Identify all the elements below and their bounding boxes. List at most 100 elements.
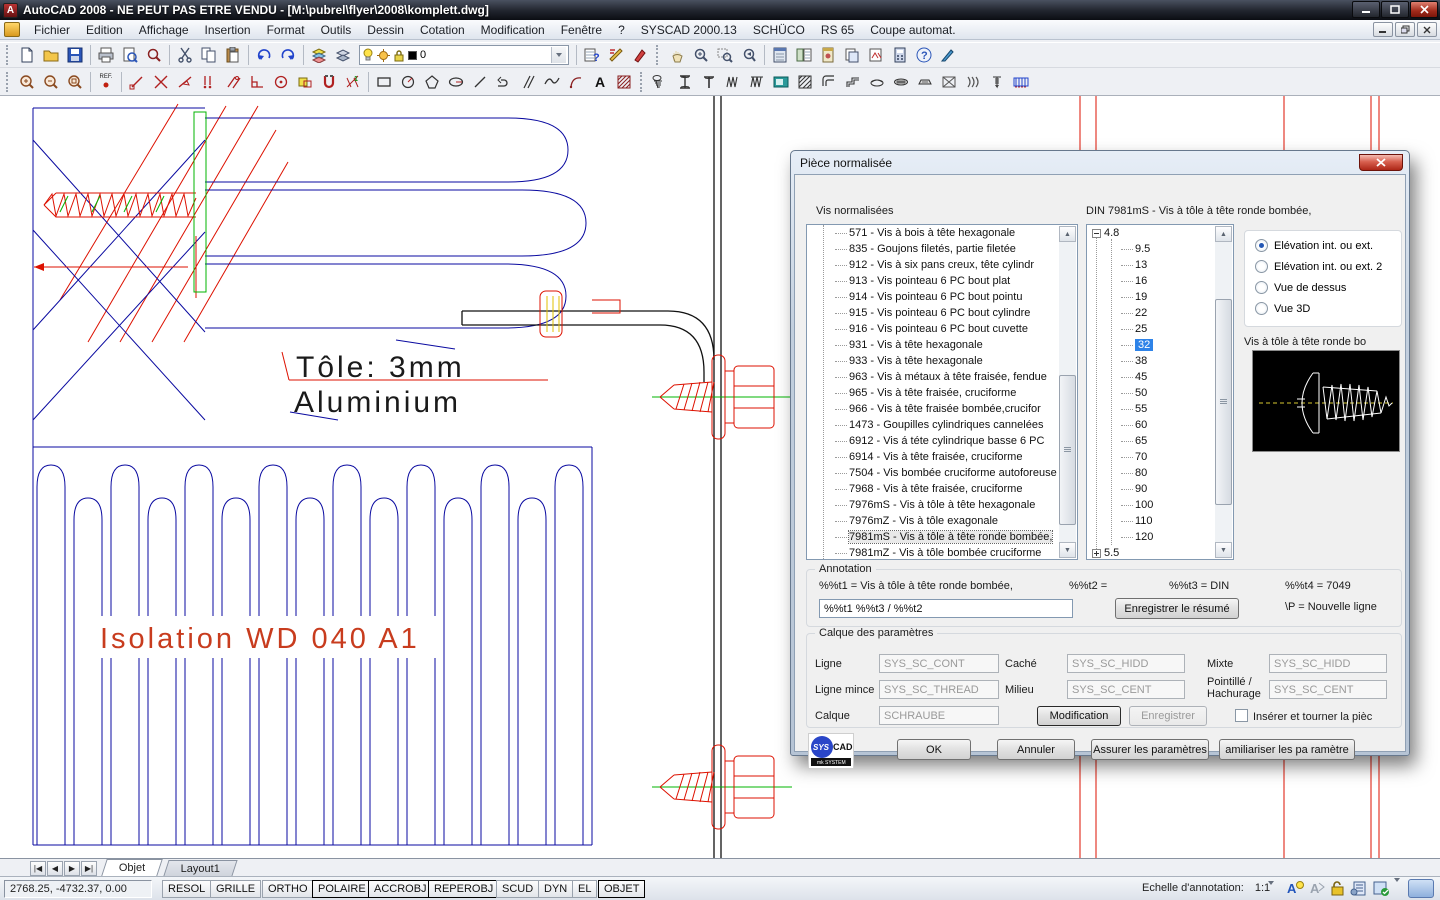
list-item[interactable]: 913 - Vis pointeau 6 PC bout plat (807, 273, 1060, 289)
list-item[interactable]: 916 - Vis pointeau 6 PC bout cuvette (807, 321, 1060, 337)
new-file-icon[interactable] (15, 43, 39, 67)
annotation-autoscale-icon[interactable]: A (1309, 879, 1326, 897)
arc-tool-icon[interactable] (564, 70, 588, 94)
scrollbar[interactable]: ▲ ▼ (1059, 226, 1076, 558)
minimize-button[interactable] (1352, 1, 1380, 18)
tree-root[interactable]: 4.8 (1087, 225, 1215, 241)
mixte-field[interactable]: SYS_SC_HIDD (1269, 654, 1387, 673)
tool-palettes-icon[interactable] (816, 43, 840, 67)
tree-item[interactable]: 110 (1087, 513, 1215, 529)
list-item[interactable]: 6912 - Vis á téte cylindrique basse 6 PC (807, 433, 1060, 449)
save-icon[interactable] (63, 43, 87, 67)
tab-prev-button[interactable]: ◀ (47, 861, 63, 876)
match-properties-icon[interactable] (604, 43, 628, 67)
snap-extension-icon[interactable] (197, 70, 221, 94)
familiariser-parametres-button[interactable]: amiliariser les pa ramètre (1219, 739, 1355, 760)
scroll-up-arrow[interactable]: ▲ (1059, 226, 1076, 242)
list-item[interactable]: 7976mS - Vis à tôle à tête hexagonale (807, 497, 1060, 513)
doc-close-button[interactable] (1417, 22, 1437, 37)
menu-item[interactable]: SYSCAD 2000.13 (633, 21, 745, 39)
radio-elevation[interactable]: Elévation int. ou ext. (1255, 239, 1373, 252)
layer-combo-caret[interactable] (551, 47, 566, 63)
syscad-spring-icon[interactable] (961, 70, 985, 94)
toggle-reperobj[interactable]: REPEROBJ (428, 880, 499, 898)
ligne-field[interactable]: SYS_SC_CONT (879, 654, 999, 673)
copy-icon[interactable] (197, 43, 221, 67)
tab-first-button[interactable]: |◀ (30, 861, 46, 876)
toggle-objet[interactable]: OBJET (598, 880, 645, 898)
pointille-field[interactable]: SYS_SC_CENT (1269, 680, 1387, 699)
tree-item[interactable]: 120 (1087, 529, 1215, 545)
list-item[interactable]: 915 - Vis pointeau 6 PC bout cylindre (807, 305, 1060, 321)
list-item[interactable]: 7504 - Vis bombée cruciforme autoforeuse (807, 465, 1060, 481)
doc-minimize-button[interactable] (1373, 22, 1393, 37)
list-item[interactable]: 912 - Vis à six pans creux, tête cylindr (807, 257, 1060, 273)
list-item-selected[interactable]: 7981mS - Vis à tôle à tête ronde bombée, (807, 529, 1060, 545)
syscad-grid-tool-icon[interactable] (1009, 70, 1033, 94)
paste-icon[interactable] (221, 43, 245, 67)
tree-root-next[interactable]: 5.5 (1087, 545, 1215, 559)
syscad-ibeam-icon[interactable] (673, 70, 697, 94)
syscad-zprofile-icon[interactable] (841, 70, 865, 94)
tree-item[interactable]: 80 (1087, 465, 1215, 481)
list-item[interactable]: 7976mZ - Vis à tôle exagonale (807, 513, 1060, 529)
zoom-window-icon[interactable] (713, 43, 737, 67)
redo-icon[interactable] (276, 43, 300, 67)
toggle-dyn[interactable]: DYN (538, 880, 573, 898)
hatch-tool-icon[interactable] (612, 70, 636, 94)
list-item[interactable]: 914 - Vis pointeau 6 PC bout pointu (807, 289, 1060, 305)
quickcalc-icon[interactable] (888, 43, 912, 67)
tab-next-button[interactable]: ▶ (64, 861, 80, 876)
menu-item[interactable]: Modification (473, 21, 553, 39)
snap-insert-icon[interactable] (293, 70, 317, 94)
syscad-rivet2-icon[interactable] (889, 70, 913, 94)
close-button[interactable] (1410, 1, 1438, 18)
toggle-accrobj[interactable]: ACCROBJ (368, 880, 433, 898)
snap-endpoint-icon[interactable] (125, 70, 149, 94)
snap-intersection-icon[interactable] (149, 70, 173, 94)
menu-item[interactable]: Fichier (26, 21, 78, 39)
help-icon[interactable]: ? (912, 43, 936, 67)
text-tool-icon[interactable]: A (588, 70, 612, 94)
scroll-up-arrow[interactable]: ▲ (1215, 226, 1232, 242)
markup-set-manager-icon[interactable] (864, 43, 888, 67)
designcenter-icon[interactable] (792, 43, 816, 67)
toggle-grille[interactable]: GRILLE (210, 880, 261, 898)
cache-field[interactable]: SYS_SC_HIDD (1067, 654, 1185, 673)
ellipse-tool-icon[interactable] (444, 70, 468, 94)
toolbar-handle[interactable] (6, 45, 11, 65)
pan-icon[interactable] (665, 43, 689, 67)
radio-top-view[interactable]: Vue de dessus (1255, 281, 1346, 294)
quick-properties-icon[interactable]: ? (580, 43, 604, 67)
doc-restore-button[interactable] (1395, 22, 1415, 37)
list-item[interactable]: 966 - Vis à tête fraisée bombée,crucifor (807, 401, 1060, 417)
menu-item[interactable]: ? (610, 21, 633, 39)
annotation-format-input[interactable]: %%t1 %%t3 / %%t2 (819, 599, 1073, 618)
layer-combo[interactable]: 0 (359, 45, 569, 65)
list-item[interactable]: 931 - Vis à tête hexagonale (807, 337, 1060, 353)
calque-field[interactable]: SCHRAUBE (879, 706, 999, 725)
syscad-corner-profile-icon[interactable] (817, 70, 841, 94)
radio-3d-view[interactable]: Vue 3D (1255, 302, 1310, 315)
toolbar-handle[interactable] (656, 45, 661, 65)
list-item[interactable]: 6914 - Vis à tête fraisée, cruciforme (807, 449, 1060, 465)
tree-item[interactable]: 60 (1087, 417, 1215, 433)
status-menu-caret[interactable] (1394, 882, 1400, 894)
list-item[interactable]: 963 - Vis à métaux à tête fraisée, fendu… (807, 369, 1060, 385)
tree-item[interactable]: 100 (1087, 497, 1215, 513)
list-item[interactable]: 571 - Vis à bois à tête hexagonale (807, 225, 1060, 241)
list-item[interactable]: 965 - Vis à tête fraisée, cruciforme (807, 385, 1060, 401)
annotation-visibility-icon[interactable]: A (1286, 879, 1305, 897)
menu-item[interactable]: Insertion (197, 21, 259, 39)
line-tool-icon[interactable] (468, 70, 492, 94)
zoom-extents-icon[interactable] (63, 70, 87, 94)
tree-item[interactable]: 50 (1087, 385, 1215, 401)
syscad-rivet3-icon[interactable] (913, 70, 937, 94)
zoom-realtime-icon[interactable] (689, 43, 713, 67)
tree-item[interactable]: 70 (1087, 449, 1215, 465)
zoom-in-icon[interactable] (15, 70, 39, 94)
scale-dropdown-caret[interactable] (1268, 885, 1274, 897)
tree-item[interactable]: 65 (1087, 433, 1215, 449)
cut-icon[interactable] (173, 43, 197, 67)
list-item[interactable]: 933 - Vis à tête hexagonale (807, 353, 1060, 369)
